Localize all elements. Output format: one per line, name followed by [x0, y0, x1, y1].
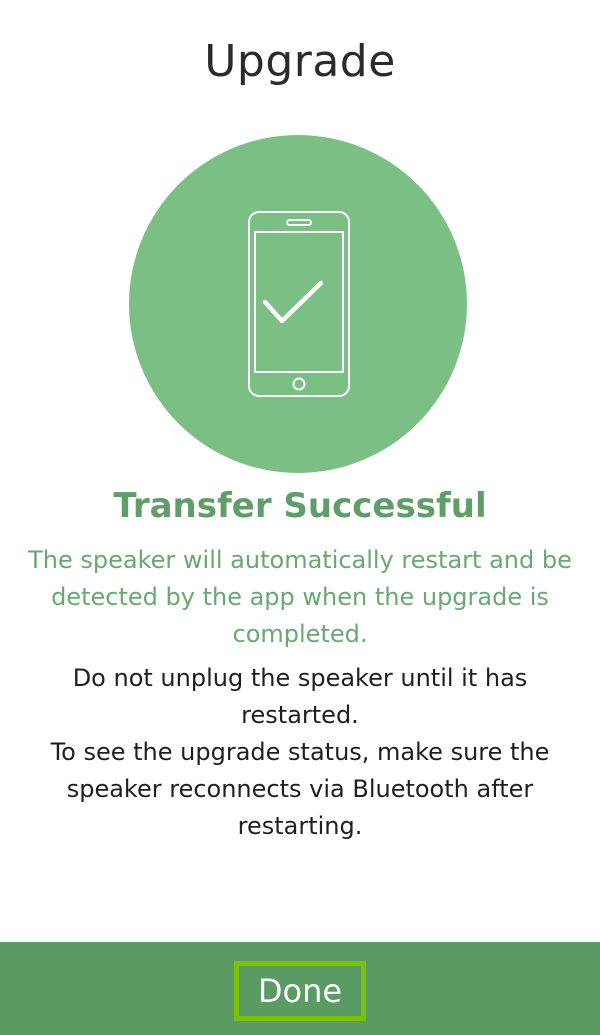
page-title: Upgrade — [204, 36, 396, 87]
done-button[interactable]: Done — [234, 961, 366, 1021]
unplug-warning: Do not unplug the speaker until it has r… — [72, 664, 528, 729]
bluetooth-note: To see the upgrade status, make sure the… — [50, 738, 550, 840]
upgrade-screen: Upgrade Transfer Successful The speaker … — [0, 0, 600, 1035]
phone-checkmark-icon — [248, 211, 350, 397]
bottom-action-bar: Done — [0, 942, 600, 1035]
status-detail: The speaker will automatically restart a… — [28, 546, 572, 648]
status-title: Transfer Successful — [113, 486, 487, 526]
instructions: Do not unplug the speaker until it has r… — [30, 660, 570, 845]
success-circle — [129, 135, 467, 473]
